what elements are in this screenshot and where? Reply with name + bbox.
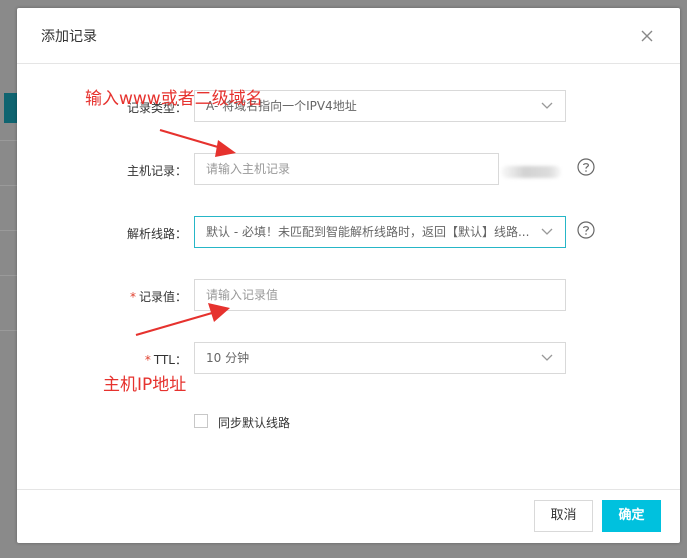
background-button xyxy=(4,93,18,123)
chevron-down-icon xyxy=(541,228,553,235)
record-value-placeholder: 请输入记录值 xyxy=(206,288,279,302)
background-divider xyxy=(0,330,18,331)
required-mark: * xyxy=(129,290,136,304)
ttl-label: * TTL： xyxy=(57,351,187,368)
ok-button[interactable]: 确定 xyxy=(602,500,661,532)
resolve-line-value: 默认 - 必填！未匹配到智能解析线路时，返回【默认】线路... xyxy=(206,225,530,239)
required-mark: * xyxy=(144,353,151,367)
cancel-button[interactable]: 取消 xyxy=(534,500,593,532)
annotation-top: 输入www或者二级域名 xyxy=(85,89,263,109)
chevron-down-icon xyxy=(541,354,553,361)
annotation-bottom: 主机IP地址 xyxy=(103,375,187,395)
background-divider xyxy=(0,230,18,231)
dialog-title: 添加记录 xyxy=(41,29,97,45)
host-record-input[interactable]: 请输入主机记录 xyxy=(194,153,499,185)
ttl-value: 10 分钟 xyxy=(206,351,250,365)
sync-default-label: 同步默认线路 xyxy=(218,416,291,430)
dialog-header: 添加记录 xyxy=(17,8,680,64)
dialog-footer-divider xyxy=(17,489,680,490)
record-value-label: * 记录值： xyxy=(57,288,187,305)
background-divider xyxy=(0,275,18,276)
host-record-label: 主机记录： xyxy=(126,164,187,178)
host-record-placeholder: 请输入主机记录 xyxy=(206,162,291,176)
help-icon[interactable] xyxy=(577,221,595,239)
ttl-select[interactable]: 10 分钟 xyxy=(194,342,566,374)
sync-default-checkbox[interactable] xyxy=(194,414,208,428)
resolve-line-select[interactable]: 默认 - 必填！未匹配到智能解析线路时，返回【默认】线路... xyxy=(194,216,566,248)
blurred-hint xyxy=(501,166,561,178)
record-value-label-text: 记录值： xyxy=(138,290,187,304)
background-divider xyxy=(0,140,18,141)
record-value-input[interactable]: 请输入记录值 xyxy=(194,279,566,311)
background-divider xyxy=(0,185,18,186)
resolve-line-label: 解析线路： xyxy=(126,227,187,241)
ttl-label-text: TTL： xyxy=(153,353,187,367)
chevron-down-icon xyxy=(541,102,553,109)
close-icon[interactable] xyxy=(635,24,659,48)
help-icon[interactable] xyxy=(577,158,595,176)
